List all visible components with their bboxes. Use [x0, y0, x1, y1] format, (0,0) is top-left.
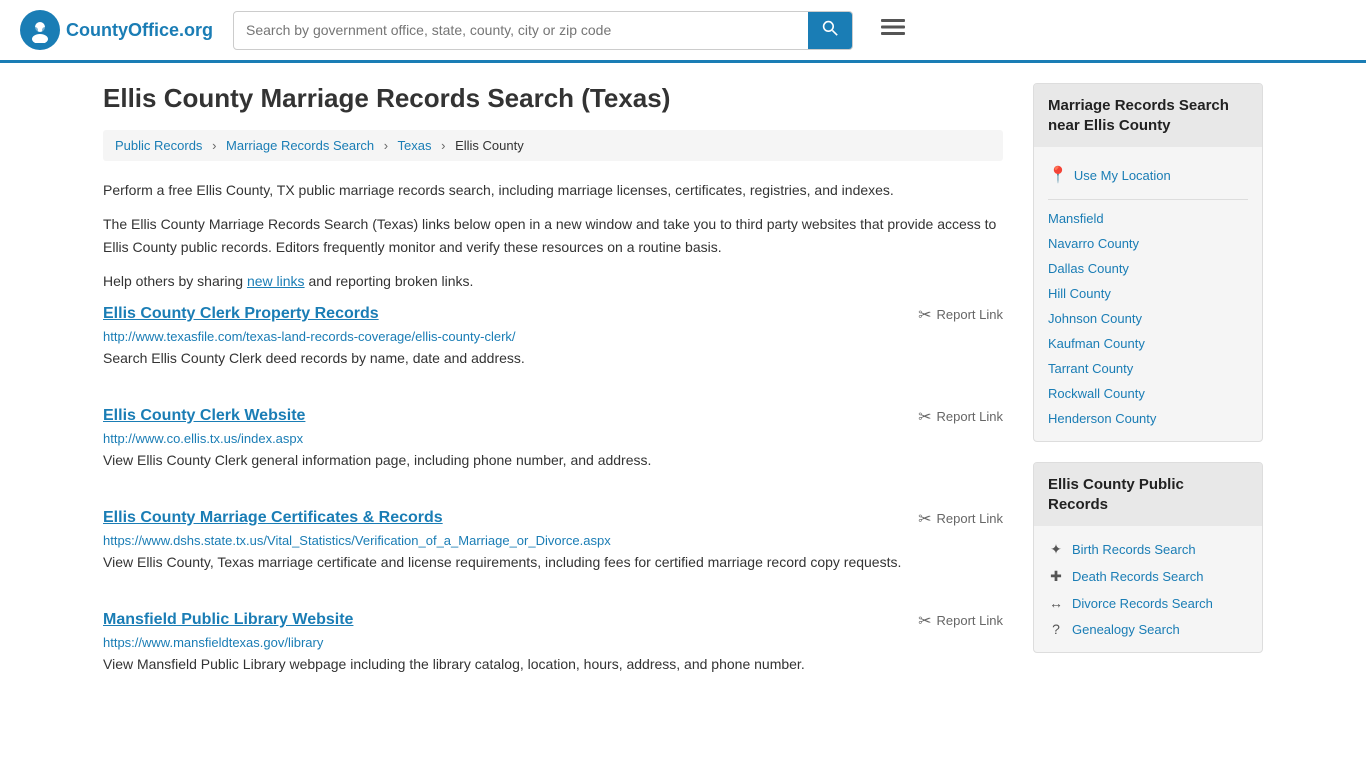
nearby-item-5: Kaufman County [1048, 331, 1248, 356]
breadcrumb: Public Records › Marriage Records Search… [103, 130, 1003, 161]
nearby-link-8[interactable]: Henderson County [1048, 411, 1156, 426]
report-icon-3: ✂ [918, 611, 931, 631]
nearby-link-5[interactable]: Kaufman County [1048, 336, 1145, 351]
result-url-3: https://www.mansfieldtexas.gov/library [103, 635, 1003, 650]
nearby-item-2: Dallas County [1048, 256, 1248, 281]
result-url-0: http://www.texasfile.com/texas-land-reco… [103, 329, 1003, 344]
public-record-link-3[interactable]: Genealogy Search [1072, 622, 1180, 637]
result-desc-0: Search Ellis County Clerk deed records b… [103, 348, 1003, 369]
result-title-0[interactable]: Ellis County Clerk Property Records [103, 305, 379, 323]
public-record-link-0[interactable]: Birth Records Search [1072, 542, 1196, 557]
nearby-link-4[interactable]: Johnson County [1048, 311, 1142, 326]
result-title-2[interactable]: Ellis County Marriage Certificates & Rec… [103, 509, 443, 527]
nearby-link-0[interactable]: Mansfield [1048, 211, 1104, 226]
nearby-link-2[interactable]: Dallas County [1048, 261, 1129, 276]
result-item-3: Mansfield Public Library Website ✂ Repor… [103, 611, 1003, 685]
report-link-2[interactable]: ✂ Report Link [918, 509, 1003, 529]
pin-icon: 📍 [1048, 165, 1068, 185]
public-record-item-1: ✚ Death Records Search [1048, 563, 1248, 590]
result-url-1: http://www.co.ellis.tx.us/index.aspx [103, 431, 1003, 446]
breadcrumb-current: Ellis County [455, 138, 524, 153]
new-links-link[interactable]: new links [247, 273, 305, 289]
nearby-item-6: Tarrant County [1048, 356, 1248, 381]
nearby-section-body: 📍 Use My Location Mansfield Navarro Count… [1034, 147, 1262, 441]
use-location-link[interactable]: Use My Location [1074, 168, 1171, 183]
hamburger-menu-button[interactable] [873, 11, 913, 49]
report-icon-1: ✂ [918, 407, 931, 427]
result-title-1[interactable]: Ellis County Clerk Website [103, 407, 305, 425]
death-icon: ✚ [1048, 568, 1064, 585]
description-3: Help others by sharing new links and rep… [103, 270, 1003, 292]
result-title-3[interactable]: Mansfield Public Library Website [103, 611, 353, 629]
nearby-link-1[interactable]: Navarro County [1048, 236, 1139, 251]
breadcrumb-marriage-records[interactable]: Marriage Records Search [226, 138, 374, 153]
nearby-link-7[interactable]: Rockwall County [1048, 386, 1145, 401]
public-record-link-1[interactable]: Death Records Search [1072, 569, 1204, 584]
public-record-item-0: ✦ Birth Records Search [1048, 536, 1248, 563]
main-container: Ellis County Marriage Records Search (Te… [83, 63, 1283, 733]
public-record-link-2[interactable]: Divorce Records Search [1072, 596, 1213, 611]
result-item-1: Ellis County Clerk Website ✂ Report Link… [103, 407, 1003, 481]
public-records-items-list: ✦ Birth Records Search ✚ Death Records S… [1048, 536, 1248, 642]
results-list: Ellis County Clerk Property Records ✂ Re… [103, 305, 1003, 685]
search-button[interactable] [808, 12, 852, 49]
result-desc-2: View Ellis County, Texas marriage certif… [103, 552, 1003, 573]
nearby-item-0: Mansfield [1048, 206, 1248, 231]
site-logo[interactable]: CountyOffice.org [20, 10, 213, 50]
public-record-item-2: ↔ Divorce Records Search [1048, 590, 1248, 616]
content-area: Ellis County Marriage Records Search (Te… [103, 83, 1003, 713]
logo-icon [20, 10, 60, 50]
public-records-section-title: Ellis County Public Records [1034, 463, 1262, 526]
public-record-item-3: ? Genealogy Search [1048, 616, 1248, 642]
nearby-item-3: Hill County [1048, 281, 1248, 306]
nearby-items-list: Mansfield Navarro County Dallas County Hill… [1048, 206, 1248, 431]
nearby-link-6[interactable]: Tarrant County [1048, 361, 1133, 376]
logo-text: CountyOffice.org [66, 20, 213, 41]
report-icon-2: ✂ [918, 509, 931, 529]
result-url-2: https://www.dshs.state.tx.us/Vital_Stati… [103, 533, 1003, 548]
description-1: Perform a free Ellis County, TX public m… [103, 179, 1003, 201]
sidebar: Marriage Records Search near Ellis Count… [1033, 83, 1263, 713]
use-location-item: 📍 Use My Location [1048, 157, 1248, 193]
search-bar [233, 11, 853, 50]
report-link-1[interactable]: ✂ Report Link [918, 407, 1003, 427]
site-header: CountyOffice.org [0, 0, 1366, 63]
birth-icon: ✦ [1048, 541, 1064, 558]
public-records-section: Ellis County Public Records ✦ Birth Reco… [1033, 462, 1263, 653]
breadcrumb-texas[interactable]: Texas [398, 138, 432, 153]
genealogy-icon: ? [1048, 621, 1064, 637]
public-records-section-body: ✦ Birth Records Search ✚ Death Records S… [1034, 526, 1262, 652]
nearby-section-title: Marriage Records Search near Ellis Count… [1034, 84, 1262, 147]
report-icon-0: ✂ [918, 305, 931, 325]
report-link-3[interactable]: ✂ Report Link [918, 611, 1003, 631]
nearby-link-3[interactable]: Hill County [1048, 286, 1111, 301]
report-link-0[interactable]: ✂ Report Link [918, 305, 1003, 325]
description-2: The Ellis County Marriage Records Search… [103, 213, 1003, 258]
page-title: Ellis County Marriage Records Search (Te… [103, 83, 1003, 114]
breadcrumb-public-records[interactable]: Public Records [115, 138, 202, 153]
nearby-item-4: Johnson County [1048, 306, 1248, 331]
result-item-0: Ellis County Clerk Property Records ✂ Re… [103, 305, 1003, 379]
nearby-item-1: Navarro County [1048, 231, 1248, 256]
result-item-2: Ellis County Marriage Certificates & Rec… [103, 509, 1003, 583]
result-desc-3: View Mansfield Public Library webpage in… [103, 654, 1003, 675]
nearby-item-8: Henderson County [1048, 406, 1248, 431]
divorce-icon: ↔ [1048, 595, 1064, 611]
nearby-section: Marriage Records Search near Ellis Count… [1033, 83, 1263, 442]
result-desc-1: View Ellis County Clerk general informat… [103, 450, 1003, 471]
nearby-item-7: Rockwall County [1048, 381, 1248, 406]
search-input[interactable] [234, 14, 808, 46]
